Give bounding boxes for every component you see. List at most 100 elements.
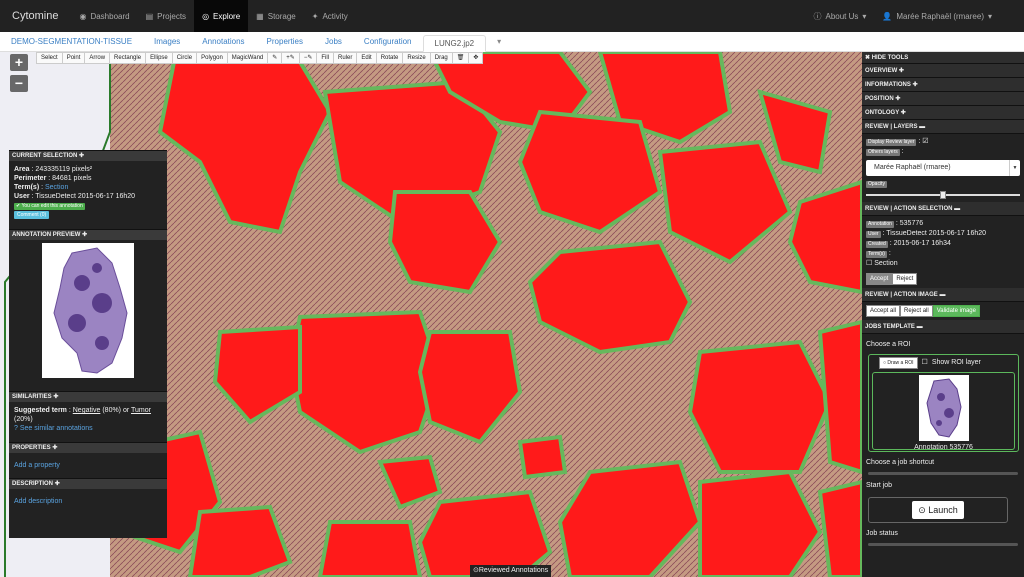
tool-edit[interactable]: Edit: [357, 53, 377, 63]
tab-images[interactable]: Images: [143, 34, 191, 51]
validate-image-button[interactable]: Validate image: [932, 305, 980, 317]
reject-all-button[interactable]: Reject all: [900, 305, 933, 317]
zoom-in-button[interactable]: +: [10, 54, 28, 71]
ontology-header[interactable]: ONTOLOGY ✚: [862, 106, 1024, 120]
tool-resize[interactable]: Resize: [403, 53, 431, 63]
perimeter-label: Perimeter: [14, 175, 47, 182]
description-header[interactable]: DESCRIPTION ✚: [9, 478, 167, 489]
opacity-slider[interactable]: [866, 191, 1020, 199]
review-action-selection-title: REVIEW | ACTION SELECTION: [865, 206, 953, 212]
tool-fill[interactable]: Fill: [317, 53, 335, 63]
tab-properties[interactable]: Properties: [256, 34, 314, 51]
see-similar-link[interactable]: ? See similar annotations: [14, 424, 162, 433]
similarities-header[interactable]: SIMILARITIES ✚: [9, 391, 167, 402]
tool-freehand-remove[interactable]: −✎: [299, 53, 318, 63]
trash-icon[interactable]: 🗑: [452, 53, 470, 63]
nav-projects-label: Projects: [157, 11, 187, 21]
tool-point[interactable]: Point: [62, 53, 86, 63]
plus-icon: ✚: [912, 82, 918, 88]
reject-button[interactable]: Reject: [892, 273, 918, 285]
nav-dashboard-label: Dashboard: [90, 11, 130, 21]
move-icon[interactable]: ✥: [469, 53, 483, 63]
tool-rectangle[interactable]: Rectangle: [110, 53, 147, 63]
accept-all-button[interactable]: Accept all: [866, 305, 901, 317]
tool-select[interactable]: Select: [37, 53, 63, 63]
caret-down-icon: ▾: [862, 11, 867, 21]
plus-icon: ✚: [900, 110, 906, 116]
tool-ellipse[interactable]: Ellipse: [146, 53, 173, 63]
display-review-checkbox[interactable]: ☑: [922, 138, 928, 145]
roi-preview[interactable]: Annotation 535776: [872, 372, 1015, 451]
tab-image-lung2[interactable]: LUNG2.jp2: [422, 35, 487, 52]
tool-circle[interactable]: Circle: [172, 53, 198, 63]
jobs-template-header[interactable]: JOBS TEMPLATE ▬: [862, 320, 1024, 334]
review-layers-header[interactable]: REVIEW | LAYERS ▬: [862, 120, 1024, 134]
informations-header[interactable]: INFORMATIONS ✚: [862, 78, 1024, 92]
tumor-percent: (20%): [14, 416, 33, 423]
tool-ruler[interactable]: Ruler: [334, 53, 358, 63]
nav-dashboard[interactable]: ◉ Dashboard: [71, 0, 137, 32]
eye-icon: ◎: [202, 11, 210, 21]
minus-icon: ▬: [916, 324, 923, 330]
term-negative-link[interactable]: Negative: [73, 407, 101, 414]
zoom-out-button[interactable]: −: [10, 75, 28, 92]
properties-header[interactable]: PROPERTIES ✚: [9, 442, 167, 453]
tool-arrow[interactable]: Arrow: [85, 53, 111, 63]
plus-icon: ✚: [895, 96, 901, 102]
nav-user[interactable]: 👤 Marée Raphaël (rmaree) ▾: [874, 0, 1024, 32]
tool-drag[interactable]: Drag: [430, 53, 453, 63]
display-review-label: Display Review layer: [866, 139, 917, 146]
nav-user-label: Marée Raphaël (rmaree): [896, 11, 984, 21]
review-layers-body: Display Review layer : ☑ Others layers :…: [862, 134, 1024, 202]
roi-container: ○ Draw a ROI ☐ Show ROI layer Annotation …: [868, 354, 1019, 452]
term-section-link[interactable]: Section: [45, 184, 68, 191]
tab-more-dropdown[interactable]: ▾: [486, 34, 512, 51]
tool-freehand[interactable]: ✎: [268, 53, 283, 63]
drawing-toolbar: Select Point Arrow Rectangle Ellipse Cir…: [36, 52, 484, 64]
position-header[interactable]: POSITION ✚: [862, 92, 1024, 106]
nav-activity[interactable]: ✦ Activity: [304, 0, 356, 32]
tab-jobs[interactable]: Jobs: [314, 34, 353, 51]
add-description-link[interactable]: Add description: [14, 498, 62, 505]
review-user-label: User: [866, 231, 881, 238]
annotation-preview-header[interactable]: ANNOTATION PREVIEW ✚: [9, 229, 167, 240]
jobs-template-title: JOBS TEMPLATE: [865, 324, 915, 330]
nav-about[interactable]: ⓘ About Us ▾: [806, 0, 875, 32]
comment-button[interactable]: Comment (0): [14, 211, 50, 219]
add-property-link[interactable]: Add a property: [14, 462, 60, 469]
show-roi-checkbox[interactable]: ☐: [922, 358, 928, 368]
choose-roi-label: Choose a ROI: [866, 341, 911, 348]
accept-button[interactable]: Accept: [866, 273, 893, 285]
review-action-image-header[interactable]: REVIEW | ACTION IMAGE ▬: [862, 288, 1024, 302]
overview-header[interactable]: OVERVIEW ✚: [862, 64, 1024, 78]
created-value: : 2015-06-17 16h34: [889, 240, 951, 247]
tool-polygon[interactable]: Polygon: [197, 53, 228, 63]
tool-rotate[interactable]: Rotate: [376, 53, 404, 63]
shortcut-bar[interactable]: [868, 472, 1018, 475]
tool-magicwand[interactable]: MagicWand: [227, 53, 269, 63]
tab-configuration[interactable]: Configuration: [353, 34, 423, 51]
hide-tools-header[interactable]: ✖ HIDE TOOLS: [862, 52, 1024, 64]
tab-annotations[interactable]: Annotations: [191, 34, 255, 51]
opacity-slider-handle[interactable]: [940, 191, 946, 199]
others-layers-select[interactable]: Marée Raphaël (rmaree) ▼: [866, 160, 1020, 176]
tab-project[interactable]: DEMO-SEGMENTATION-TISSUE: [0, 34, 143, 51]
annotation-preview-title: ANNOTATION PREVIEW: [12, 232, 81, 238]
nav-storage[interactable]: ▦ Storage: [248, 0, 304, 32]
nav-projects[interactable]: ▤ Projects: [138, 0, 194, 32]
nav-explore[interactable]: ◎ Explore: [194, 0, 249, 32]
term-tumor-link[interactable]: Tumor: [131, 407, 151, 414]
current-selection-header[interactable]: CURRENT SELECTION ✚: [9, 150, 167, 161]
tool-freehand-add[interactable]: +✎: [282, 53, 300, 63]
reviewed-annotations-toggle[interactable]: ⊙Reviewed Annotations: [470, 565, 552, 577]
terms-row: Term(s) : Section: [14, 184, 69, 191]
review-action-selection-header[interactable]: REVIEW | ACTION SELECTION ▬: [862, 202, 1024, 216]
current-selection-body: Area : 243335119 pixels² Perimeter : 846…: [9, 161, 167, 223]
brand-logo[interactable]: Cytomine: [0, 0, 71, 32]
launch-button[interactable]: ⊙ Launch: [912, 501, 964, 519]
section-checkbox[interactable]: ☐: [866, 260, 872, 267]
draw-roi-button[interactable]: ○ Draw a ROI: [879, 357, 918, 369]
review-action-image-title: REVIEW | ACTION IMAGE: [865, 292, 938, 298]
overview-title: OVERVIEW: [865, 68, 898, 74]
user-icon: 👤: [882, 11, 893, 21]
